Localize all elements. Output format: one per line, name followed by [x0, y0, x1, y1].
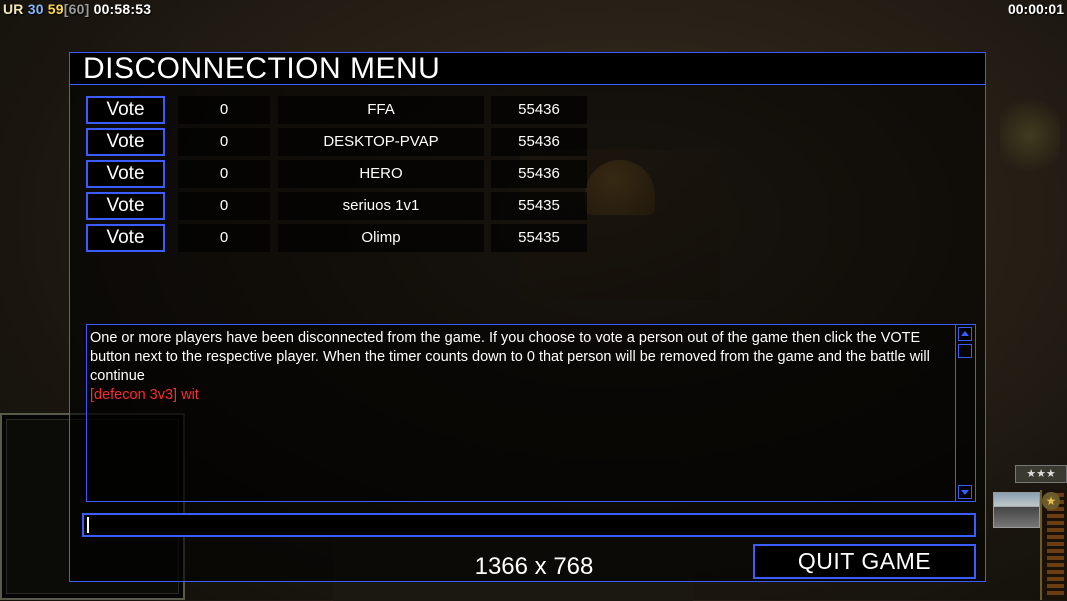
vote-count: 0 [178, 96, 270, 124]
dialog-title-bar: DISCONNECTION MENU [70, 53, 985, 85]
player-row: Vote 0 seriuos 1v1 55435 [86, 192, 604, 220]
player-port: 55436 [491, 96, 587, 124]
text-caret [87, 517, 89, 533]
unit-portrait[interactable] [993, 492, 1040, 528]
dialog-title: DISCONNECTION MENU [83, 52, 441, 85]
scroll-thumb[interactable] [958, 344, 972, 358]
disconnect-message: One or more players have been disconnect… [90, 330, 930, 384]
hud-value-c: [60] [63, 1, 90, 17]
hud-timer: 00:00:01 [1007, 1, 1064, 17]
chat-input[interactable] [82, 513, 976, 537]
chat-text: One or more players have been disconnect… [90, 329, 956, 405]
vote-button[interactable]: Vote [86, 96, 165, 124]
player-port: 55435 [491, 224, 587, 252]
hud-game-time: 00:58:53 [93, 1, 152, 17]
player-row: Vote 0 FFA 55436 [86, 96, 604, 124]
vote-count: 0 [178, 160, 270, 188]
hud-value-a: 30 [27, 1, 44, 17]
chat-log[interactable]: One or more players have been disconnect… [86, 324, 976, 502]
player-name: Olimp [278, 224, 484, 252]
player-port: 55436 [491, 160, 587, 188]
chat-message: [defecon 3v3] wit [90, 387, 199, 403]
vote-button[interactable]: Vote [86, 128, 165, 156]
disconnection-dialog: DISCONNECTION MENU Vote 0 FFA 55436 Vote… [69, 52, 986, 582]
vote-button[interactable]: Vote [86, 192, 165, 220]
player-port: 55435 [491, 192, 587, 220]
quit-game-button[interactable]: QUIT GAME [753, 544, 976, 579]
player-port: 55436 [491, 128, 587, 156]
player-row: Vote 0 HERO 55436 [86, 160, 604, 188]
player-row: Vote 0 DESKTOP-PVAP 55436 [86, 128, 604, 156]
game-world-trees [1000, 90, 1060, 180]
hud-value-b: 59 [47, 1, 64, 17]
player-name: seriuos 1v1 [278, 192, 484, 220]
hud-stats: UR 30 59[60] 00:58:53 [3, 1, 151, 17]
chat-scrollbar[interactable] [955, 325, 975, 501]
scroll-down-icon[interactable] [958, 485, 972, 499]
vote-button[interactable]: Vote [86, 160, 165, 188]
star-icon: ★ [1042, 492, 1060, 510]
rank-stars: ★★★ [1015, 465, 1067, 483]
player-name: DESKTOP-PVAP [278, 128, 484, 156]
player-name: HERO [278, 160, 484, 188]
scroll-up-icon[interactable] [958, 327, 972, 341]
hud-faction: UR [3, 1, 24, 17]
vote-count: 0 [178, 192, 270, 220]
vote-count: 0 [178, 224, 270, 252]
vote-count: 0 [178, 128, 270, 156]
player-row: Vote 0 Olimp 55435 [86, 224, 604, 252]
resolution-label: 1366 x 768 [474, 553, 594, 580]
vote-button[interactable]: Vote [86, 224, 165, 252]
player-name: FFA [278, 96, 484, 124]
